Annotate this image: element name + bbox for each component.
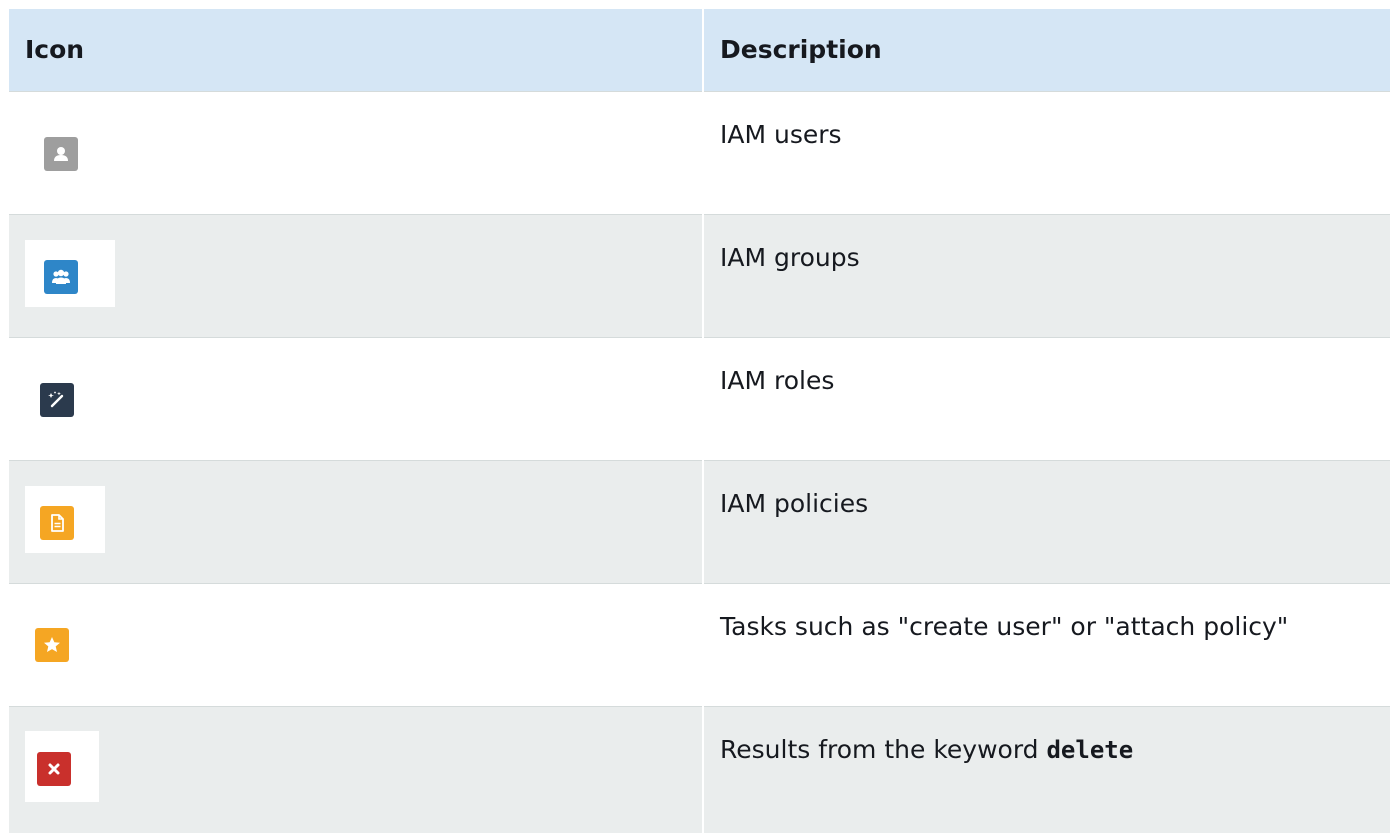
description-text: Results from the keyword <box>720 734 1047 764</box>
icon-cell <box>9 213 704 337</box>
table-header-row: Icon Description <box>9 9 1390 91</box>
table-row: Tasks such as "create user" or "attach p… <box>9 582 1390 706</box>
icon-legend-table: Icon Description IAM users IAM groups IA… <box>9 9 1390 833</box>
header-description: Description <box>720 35 882 65</box>
table-row: IAM policies <box>9 459 1390 583</box>
table-row: IAM roles <box>9 336 1390 460</box>
description-cell: IAM users <box>703 90 1390 214</box>
icon-thumbnail <box>25 364 107 430</box>
table-row: Results from the keyword delete <box>9 705 1390 833</box>
icon-thumbnail <box>25 611 97 674</box>
description-text: IAM users <box>720 119 842 149</box>
role-wand-icon <box>40 382 74 417</box>
icon-cell <box>9 705 704 833</box>
icon-cell <box>9 582 704 706</box>
description-cell: Tasks such as "create user" or "attach p… <box>703 582 1390 706</box>
description-cell: Results from the keyword delete <box>703 705 1390 833</box>
description-cell: IAM groups <box>703 213 1390 337</box>
user-icon <box>44 136 78 171</box>
description-text: IAM groups <box>720 242 860 272</box>
icon-cell <box>9 336 704 460</box>
delete-x-icon <box>37 751 71 786</box>
description-cell: IAM roles <box>703 336 1390 460</box>
header-icon: Icon <box>9 9 704 91</box>
policy-document-icon <box>40 505 74 540</box>
task-star-icon <box>35 627 69 662</box>
description-cell: IAM policies <box>703 459 1390 583</box>
icon-cell <box>9 459 704 583</box>
icon-thumbnail <box>25 730 99 802</box>
keyword-code: delete <box>1046 735 1134 764</box>
description-text: IAM roles <box>720 365 835 395</box>
icon-legend-table-container: Icon Description IAM users IAM groups IA… <box>9 9 1390 833</box>
description-text: Tasks such as "create user" or "attach p… <box>720 611 1289 641</box>
table-row: IAM users <box>9 90 1390 214</box>
icon-thumbnail <box>25 239 115 307</box>
icon-thumbnail <box>25 115 115 186</box>
icon-thumbnail <box>25 485 105 553</box>
group-icon <box>44 259 78 294</box>
table-row: IAM groups <box>9 213 1390 337</box>
description-text: IAM policies <box>720 488 869 518</box>
icon-cell <box>9 90 704 214</box>
